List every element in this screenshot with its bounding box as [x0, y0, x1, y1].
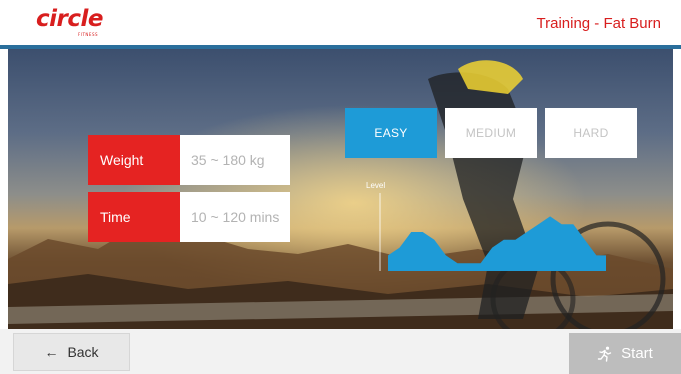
back-button-label: Back — [67, 344, 99, 360]
level-axis-label: Level — [366, 181, 385, 190]
runner-icon — [597, 346, 612, 362]
tab-hard[interactable]: HARD — [545, 108, 637, 158]
header: circle FITNESS Training - Fat Burn — [0, 0, 681, 45]
weight-range-value[interactable]: 35 ~ 180 kg — [180, 135, 290, 185]
time-range-row: Time 10 ~ 120 mins — [88, 192, 290, 242]
page-title: Training - Fat Burn — [536, 15, 662, 32]
difficulty-tabs: EASY MEDIUM HARD — [345, 108, 637, 158]
level-profile-chart: Level — [366, 181, 606, 271]
weight-label: Weight — [88, 135, 180, 185]
hero-panel: Weight 35 ~ 180 kg Time 10 ~ 120 mins EA… — [8, 49, 673, 329]
tab-easy[interactable]: EASY — [345, 108, 437, 158]
time-label: Time — [88, 192, 180, 242]
level-profile-area — [388, 216, 606, 271]
weight-range-row: Weight 35 ~ 180 kg — [88, 135, 290, 185]
tab-medium[interactable]: MEDIUM — [445, 108, 537, 158]
back-button[interactable]: ← Back — [13, 333, 130, 371]
start-button-label: Start — [621, 345, 653, 362]
bottom-bar: ← Back Start — [0, 329, 681, 374]
logo-subtitle: FITNESS — [78, 32, 99, 37]
logo-wordmark: circle — [36, 6, 103, 32]
arrow-left-icon: ← — [44, 344, 59, 360]
time-range-value[interactable]: 10 ~ 120 mins — [180, 192, 290, 242]
start-button[interactable]: Start — [569, 333, 681, 374]
brand-logo: circle FITNESS — [36, 7, 146, 41]
